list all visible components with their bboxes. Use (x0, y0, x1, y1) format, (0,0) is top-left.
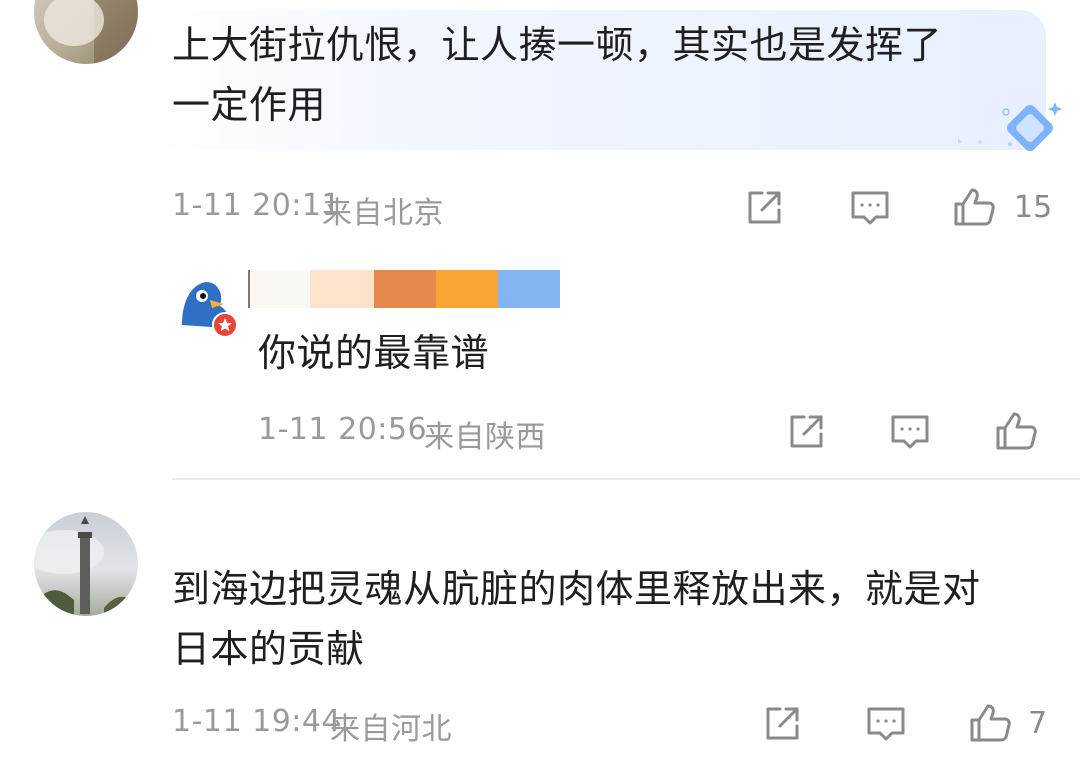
avatar-image (34, 516, 138, 616)
diamond-sparkle-icon (950, 100, 1065, 159)
comment-time: 1-11 20:11 (172, 188, 342, 223)
avatar[interactable] (34, 512, 138, 616)
comment-icon[interactable] (850, 188, 890, 232)
like-count: 7 (1028, 706, 1048, 741)
comment-location: 来自河北 (330, 712, 452, 747)
share-icon[interactable] (786, 412, 826, 456)
comment-text-line2: 一定作用 (172, 83, 327, 127)
comment-text-line2: 日本的贡献 (172, 627, 365, 671)
like-icon[interactable] (968, 702, 1012, 748)
comment-location: 来自北京 (322, 196, 444, 231)
divider (172, 478, 1080, 480)
comment-icon[interactable] (866, 704, 906, 748)
comment-time: 1-11 19:44 (172, 704, 342, 739)
avatar-image (44, 0, 138, 64)
comment-text-line1: 到海边把灵魂从肮脏的肉体里释放出来，就是对 (172, 567, 981, 611)
reply-time: 1-11 20:56 (258, 412, 428, 447)
verified-badge-icon (212, 312, 238, 342)
comment-icon[interactable] (890, 412, 930, 456)
reply-text: 你说的最靠谱 (258, 331, 490, 375)
avatar[interactable] (34, 0, 138, 64)
like-icon[interactable] (952, 186, 996, 232)
like-count: 15 (1014, 190, 1053, 225)
like-icon[interactable] (994, 410, 1038, 456)
comment-text-line1: 上大街拉仇恨，让人揍一顿，其实也是发挥了 (172, 23, 943, 67)
share-icon[interactable] (762, 704, 802, 748)
username-redaction (248, 270, 560, 308)
share-icon[interactable] (744, 188, 784, 232)
reply-location: 来自陕西 (424, 420, 546, 455)
